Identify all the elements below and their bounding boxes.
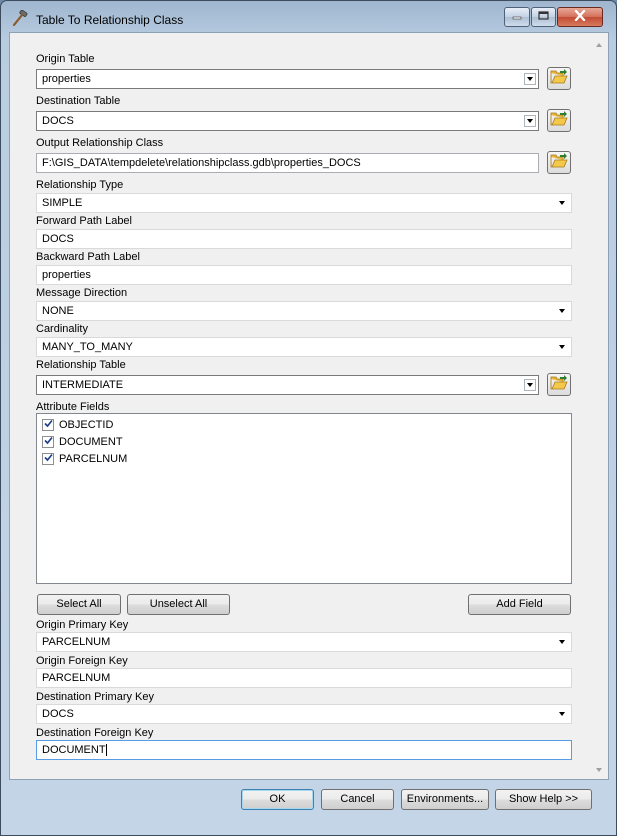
open-folder-icon — [550, 69, 568, 88]
close-icon — [574, 9, 586, 24]
message-direction-label: Message Direction — [36, 287, 128, 299]
destination-table-browse-button[interactable] — [547, 109, 571, 132]
close-button[interactable] — [557, 7, 603, 27]
ok-button[interactable]: OK — [241, 789, 314, 810]
window-title: Table To Relationship Class — [36, 13, 184, 27]
output-relationship-class-browse-button[interactable] — [547, 151, 571, 174]
relationship-type-dropdown[interactable]: SIMPLE — [36, 193, 572, 213]
relationship-type-label: Relationship Type — [36, 179, 124, 191]
add-field-button[interactable]: Add Field — [468, 594, 571, 615]
cancel-button[interactable]: Cancel — [321, 789, 394, 810]
chevron-down-icon[interactable] — [524, 73, 536, 85]
chevron-down-icon — [556, 341, 568, 353]
show-help-button[interactable]: Show Help >> — [495, 789, 592, 810]
attribute-field-name: OBJECTID — [59, 419, 114, 431]
destination-table-value: DOCS — [42, 115, 74, 127]
origin-primary-key-dropdown[interactable]: PARCELNUM — [36, 632, 572, 652]
open-folder-icon — [550, 375, 568, 394]
message-direction-dropdown[interactable]: NONE — [36, 301, 572, 321]
destination-primary-key-dropdown[interactable]: DOCS — [36, 704, 572, 724]
checkbox[interactable] — [42, 419, 54, 431]
open-folder-icon — [550, 111, 568, 130]
attribute-field-item[interactable]: DOCUMENT — [42, 435, 123, 449]
backward-path-label-label: Backward Path Label — [36, 251, 140, 263]
dialog-window: Table To Relationship Class Origin Table… — [0, 0, 617, 836]
origin-foreign-key-label: Origin Foreign Key — [36, 655, 128, 667]
select-all-button[interactable]: Select All — [37, 594, 121, 615]
output-relationship-class-input[interactable]: F:\GIS_DATA\tempdelete\relationshipclass… — [36, 153, 539, 173]
origin-primary-key-label: Origin Primary Key — [36, 619, 129, 631]
attribute-field-item[interactable]: PARCELNUM — [42, 452, 127, 466]
origin-primary-key-value: PARCELNUM — [42, 636, 111, 648]
chevron-down-icon — [556, 305, 568, 317]
cardinality-dropdown[interactable]: MANY_TO_MANY — [36, 337, 572, 357]
destination-foreign-key-input[interactable]: DOCUMENT — [36, 740, 572, 760]
forward-path-label-input[interactable]: DOCS — [36, 229, 572, 249]
destination-foreign-key-value: DOCUMENT — [42, 744, 106, 756]
origin-foreign-key-input[interactable]: PARCELNUM — [36, 668, 572, 688]
checkbox[interactable] — [42, 453, 54, 465]
checkmark-icon — [43, 419, 53, 431]
relationship-table-value: INTERMEDIATE — [42, 379, 124, 391]
attribute-field-item[interactable]: OBJECTID — [42, 418, 113, 432]
backward-path-label-input[interactable]: properties — [36, 265, 572, 285]
environments-button[interactable]: Environments... — [401, 789, 489, 810]
output-relationship-class-label: Output Relationship Class — [36, 137, 164, 149]
hammer-icon — [11, 9, 29, 27]
attribute-field-name: DOCUMENT — [59, 436, 123, 448]
origin-table-label: Origin Table — [36, 53, 95, 65]
message-direction-value: NONE — [42, 305, 74, 317]
forward-path-label-value: DOCS — [42, 233, 74, 245]
vertical-scrollbar[interactable] — [591, 33, 608, 779]
maximize-icon — [538, 11, 549, 23]
origin-foreign-key-value: PARCELNUM — [42, 672, 111, 684]
text-cursor — [105, 744, 107, 757]
dialog-body: Origin Table properties Destination Tabl… — [9, 32, 609, 780]
destination-foreign-key-label: Destination Foreign Key — [36, 727, 154, 739]
scroll-down-icon[interactable] — [596, 768, 602, 772]
checkbox[interactable] — [42, 436, 54, 448]
attribute-field-name: PARCELNUM — [59, 453, 128, 465]
scroll-up-icon[interactable] — [596, 43, 602, 47]
destination-primary-key-value: DOCS — [42, 708, 74, 720]
attribute-fields-label: Attribute Fields — [36, 401, 110, 413]
chevron-down-icon[interactable] — [524, 379, 536, 391]
cardinality-label: Cardinality — [36, 323, 88, 335]
dialog-button-bar: OK Cancel Environments... Show Help >> — [1, 780, 616, 836]
chevron-down-icon — [556, 636, 568, 648]
relationship-table-combo[interactable]: INTERMEDIATE — [36, 375, 539, 395]
chevron-down-icon[interactable] — [524, 115, 536, 127]
minimize-icon — [512, 11, 522, 23]
checkmark-icon — [43, 436, 53, 448]
open-folder-icon — [550, 153, 568, 172]
relationship-table-browse-button[interactable] — [547, 373, 571, 396]
attribute-fields-list[interactable]: OBJECTID DOCUMENT PARCELNUM — [36, 413, 572, 584]
origin-table-value: properties — [42, 73, 91, 85]
chevron-down-icon — [556, 708, 568, 720]
chevron-down-icon — [556, 197, 568, 209]
parameter-form: Origin Table properties Destination Tabl… — [10, 33, 593, 779]
destination-table-label: Destination Table — [36, 95, 121, 107]
maximize-button[interactable] — [531, 7, 556, 27]
destination-table-combo[interactable]: DOCS — [36, 111, 539, 131]
destination-primary-key-label: Destination Primary Key — [36, 691, 154, 703]
backward-path-label-value: properties — [42, 269, 91, 281]
forward-path-label-label: Forward Path Label — [36, 215, 132, 227]
origin-table-browse-button[interactable] — [547, 67, 571, 90]
title-bar[interactable]: Table To Relationship Class — [1, 1, 616, 33]
checkmark-icon — [43, 453, 53, 465]
output-relationship-class-value: F:\GIS_DATA\tempdelete\relationshipclass… — [42, 157, 361, 169]
minimize-button[interactable] — [504, 7, 530, 27]
relationship-table-label: Relationship Table — [36, 359, 126, 371]
relationship-type-value: SIMPLE — [42, 197, 83, 209]
origin-table-combo[interactable]: properties — [36, 69, 539, 89]
unselect-all-button[interactable]: Unselect All — [127, 594, 230, 615]
cardinality-value: MANY_TO_MANY — [42, 341, 133, 353]
